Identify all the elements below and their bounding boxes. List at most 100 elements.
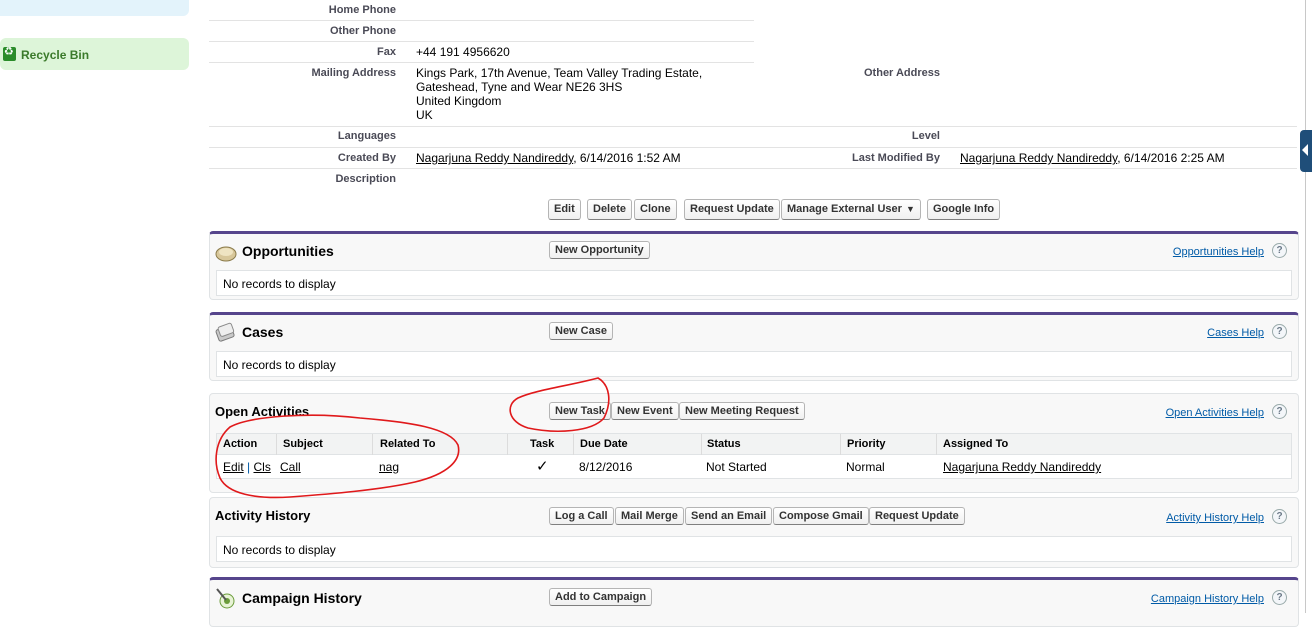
recycle-bin-label: Recycle Bin (21, 48, 90, 62)
log-a-call-button[interactable]: Log a Call (549, 507, 614, 525)
dropdown-arrow-icon: ▼ (906, 204, 915, 214)
new-event-button[interactable]: New Event (611, 402, 679, 420)
add-to-campaign-button[interactable]: Add to Campaign (549, 588, 653, 606)
new-case-button[interactable]: New Case (549, 322, 613, 340)
mailing-address-label: Mailing Address (311, 67, 396, 79)
other-phone-label: Other Phone (329, 25, 396, 37)
sidebar-recycle-bin[interactable]: Recycle Bin (0, 38, 189, 70)
cases-empty-text: No records to display (223, 358, 336, 372)
column-header-task: Task (530, 438, 555, 450)
description-label: Description (335, 173, 396, 185)
column-divider (701, 434, 702, 455)
detail-row-home-phone: Home Phone (209, 0, 754, 21)
mail-merge-button[interactable]: Mail Merge (615, 507, 684, 525)
open-activities-help-link[interactable]: Open Activities Help (1166, 407, 1264, 419)
collapse-sidebar-tab[interactable] (1300, 130, 1312, 172)
activity-history-empty-text: No records to display (223, 543, 336, 557)
column-divider (507, 434, 508, 455)
campaign-history-related-list: Campaign History Add to Campaign Campaig… (209, 577, 1299, 627)
status-cell: Not Started (706, 460, 767, 474)
send-an-email-button[interactable]: Send an Email (685, 507, 773, 525)
open-activities-related-list: Open Activities New Task New Event New M… (209, 393, 1299, 493)
campaign-icon (216, 588, 235, 609)
last-modified-by-value: Nagarjuna Reddy Nandireddy, 6/14/2016 2:… (960, 151, 1225, 165)
campaign-history-help-link[interactable]: Campaign History Help (1151, 593, 1264, 605)
compose-gmail-button[interactable]: Compose Gmail (773, 507, 869, 525)
activity-history-help-link[interactable]: Activity History Help (1166, 512, 1264, 524)
cases-empty-row: No records to display (216, 351, 1292, 377)
due-date-cell: 8/12/2016 (579, 460, 633, 474)
manage-external-user-button[interactable]: Manage External User ▼ (781, 199, 921, 220)
opportunities-related-list: Opportunities New Opportunity Opportunit… (209, 231, 1299, 300)
open-activities-table-header: Action Subject Related To Task Due Date … (216, 433, 1292, 455)
opportunities-empty-text: No records to display (223, 277, 336, 291)
detail-row-description: Description (209, 169, 754, 190)
manage-external-user-label: Manage External User (787, 203, 902, 215)
detail-row-fax: Fax +44 191 4956620 (209, 42, 754, 63)
help-icon[interactable]: ? (1272, 243, 1287, 258)
sidebar-item-top[interactable] (0, 0, 189, 16)
column-header-subject: Subject (283, 438, 323, 450)
column-header-related-to: Related To (380, 438, 436, 450)
help-icon[interactable]: ? (1272, 404, 1287, 419)
column-divider (372, 434, 373, 455)
table-row: Edit | Cls Call nag ✓ 8/12/2016 Not Star… (216, 455, 1292, 479)
related-to-link[interactable]: nag (379, 460, 399, 474)
cases-icon (215, 322, 235, 342)
last-modified-by-date: , 6/14/2016 2:25 AM (1117, 151, 1225, 165)
column-divider (936, 434, 937, 455)
campaign-history-title: Campaign History (242, 590, 362, 606)
action-cell: Edit | Cls (223, 460, 271, 474)
cases-related-list: Cases New Case Cases Help ? No records t… (209, 312, 1299, 381)
window-edge-line (1305, 0, 1306, 613)
column-divider (573, 434, 574, 455)
created-by-label: Created By (337, 152, 396, 164)
open-activities-title: Open Activities (215, 404, 310, 419)
cases-help-link[interactable]: Cases Help (1207, 327, 1264, 339)
subject-cell: Call (280, 460, 301, 474)
edit-button[interactable]: Edit (548, 199, 581, 220)
last-modified-by-label: Last Modified By (851, 152, 940, 164)
delete-button[interactable]: Delete (587, 199, 633, 220)
clone-button[interactable]: Clone (634, 199, 677, 220)
column-divider (840, 434, 841, 455)
related-to-cell: nag (379, 460, 399, 474)
assigned-to-cell: Nagarjuna Reddy Nandireddy (943, 460, 1101, 474)
column-header-action: Action (223, 438, 258, 450)
row-close-link[interactable]: Cls (253, 460, 270, 474)
opportunities-help-link[interactable]: Opportunities Help (1173, 246, 1264, 258)
level-label: Level (911, 130, 940, 142)
subject-link[interactable]: Call (280, 460, 301, 474)
detail-row-other-phone: Other Phone (209, 21, 754, 42)
fax-value: +44 191 4956620 (416, 45, 510, 59)
google-info-button[interactable]: Google Info (927, 199, 1001, 220)
other-address-label: Other Address (864, 67, 941, 79)
new-task-button[interactable]: New Task (549, 402, 611, 420)
help-icon[interactable]: ? (1272, 590, 1287, 605)
assigned-to-link[interactable]: Nagarjuna Reddy Nandireddy (943, 460, 1101, 474)
home-phone-label: Home Phone (328, 4, 396, 16)
new-opportunity-button[interactable]: New Opportunity (549, 241, 650, 259)
priority-cell: Normal (846, 460, 885, 474)
request-update-button[interactable]: Request Update (869, 507, 965, 525)
mailing-address-line-1: Kings Park, 17th Avenue, Team Valley Tra… (416, 66, 703, 80)
new-meeting-request-button[interactable]: New Meeting Request (679, 402, 805, 420)
created-by-user-link[interactable]: Nagarjuna Reddy Nandireddy (416, 151, 573, 165)
request-update-button[interactable]: Request Update (684, 199, 780, 220)
created-by-date: , 6/14/2016 1:52 AM (573, 151, 681, 165)
row-edit-link[interactable]: Edit (223, 460, 244, 474)
detail-row-languages: Languages Level (209, 127, 1297, 148)
column-header-due-date: Due Date (580, 438, 628, 450)
languages-label: Languages (337, 130, 396, 142)
last-modified-by-user-link[interactable]: Nagarjuna Reddy Nandireddy (960, 151, 1117, 165)
column-divider (276, 434, 277, 455)
mailing-address-value: Kings Park, 17th Avenue, Team Valley Tra… (416, 66, 702, 122)
mailing-address-line-4: UK (416, 108, 433, 122)
detail-row-created-by: Created By Nagarjuna Reddy Nandireddy, 6… (209, 148, 1297, 169)
activity-history-empty-row: No records to display (216, 536, 1292, 562)
opportunities-icon (215, 246, 237, 262)
column-header-status: Status (707, 438, 741, 450)
help-icon[interactable]: ? (1272, 509, 1287, 524)
help-icon[interactable]: ? (1272, 324, 1287, 339)
activity-history-title: Activity History (215, 508, 311, 523)
